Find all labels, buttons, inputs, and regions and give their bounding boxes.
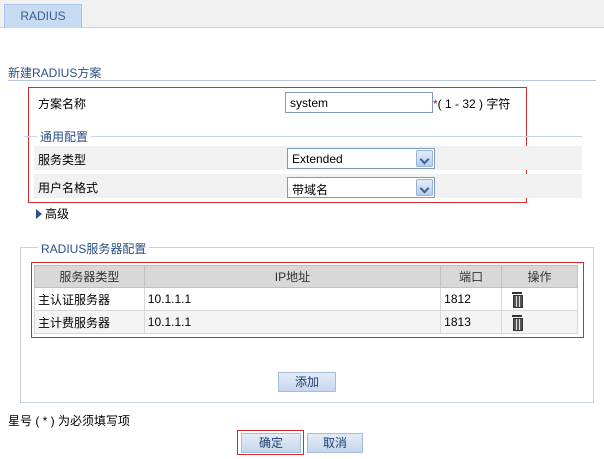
column-header-port: 端口 xyxy=(440,265,503,288)
radius-server-table: 服务器类型 IP地址 端口 操作 主认证服务器 10.1.1.1 1812 主计… xyxy=(34,265,578,334)
table-row: 主认证服务器 10.1.1.1 1812 xyxy=(34,287,578,311)
scheme-name-hint: *( 1 - 32 ) 字符 xyxy=(433,95,510,112)
server-type-cell: 主计费服务器 xyxy=(34,310,145,334)
title-divider xyxy=(8,80,596,81)
server-type-cell: 主认证服务器 xyxy=(34,287,145,311)
column-header-server-type: 服务器类型 xyxy=(34,265,145,288)
service-type-select[interactable]: Extended xyxy=(287,148,435,169)
add-server-button[interactable]: 添加 xyxy=(278,372,336,392)
action-cell xyxy=(501,287,578,311)
advanced-label: 高级 xyxy=(45,207,70,221)
column-header-action: 操作 xyxy=(501,265,578,288)
action-cell xyxy=(501,310,578,334)
username-format-value: 带域名 xyxy=(292,183,329,197)
ip-cell: 10.1.1.1 xyxy=(143,310,442,334)
scheme-name-label: 方案名称 xyxy=(38,97,87,111)
trash-icon[interactable] xyxy=(512,314,524,331)
table-row: 主计费服务器 10.1.1.1 1813 xyxy=(34,310,578,334)
service-type-value: Extended xyxy=(292,152,343,166)
port-cell: 1812 xyxy=(440,287,503,311)
page-title: 新建RADIUS方案 xyxy=(8,66,102,80)
port-cell: 1813 xyxy=(440,310,503,334)
confirm-button[interactable]: 确定 xyxy=(241,433,301,453)
username-format-select[interactable]: 带域名 xyxy=(287,177,435,198)
service-type-label: 服务类型 xyxy=(38,153,87,167)
column-header-ip: IP地址 xyxy=(143,265,442,288)
length-hint: ( 1 - 32 ) 字符 xyxy=(437,97,511,111)
radius-server-legend: RADIUS服务器配置 xyxy=(38,240,150,257)
tab-radius[interactable]: RADIUS xyxy=(4,4,82,28)
scheme-name-input[interactable] xyxy=(285,92,433,113)
advanced-toggle[interactable]: 高级 xyxy=(36,205,69,222)
top-tab-bar: RADIUS xyxy=(0,0,604,28)
required-footnote: 星号 ( * ) 为必须填写项 xyxy=(8,414,130,428)
chevron-down-icon[interactable] xyxy=(416,179,433,196)
expand-triangle-icon xyxy=(36,209,42,219)
cancel-button[interactable]: 取消 xyxy=(307,433,363,453)
username-format-label: 用户名格式 xyxy=(38,181,99,195)
chevron-down-icon[interactable] xyxy=(416,150,433,167)
general-config-legend: 通用配置 xyxy=(37,128,92,145)
table-header-row: 服务器类型 IP地址 端口 操作 xyxy=(34,265,578,288)
ip-cell: 10.1.1.1 xyxy=(143,287,442,311)
trash-icon[interactable] xyxy=(512,291,524,308)
